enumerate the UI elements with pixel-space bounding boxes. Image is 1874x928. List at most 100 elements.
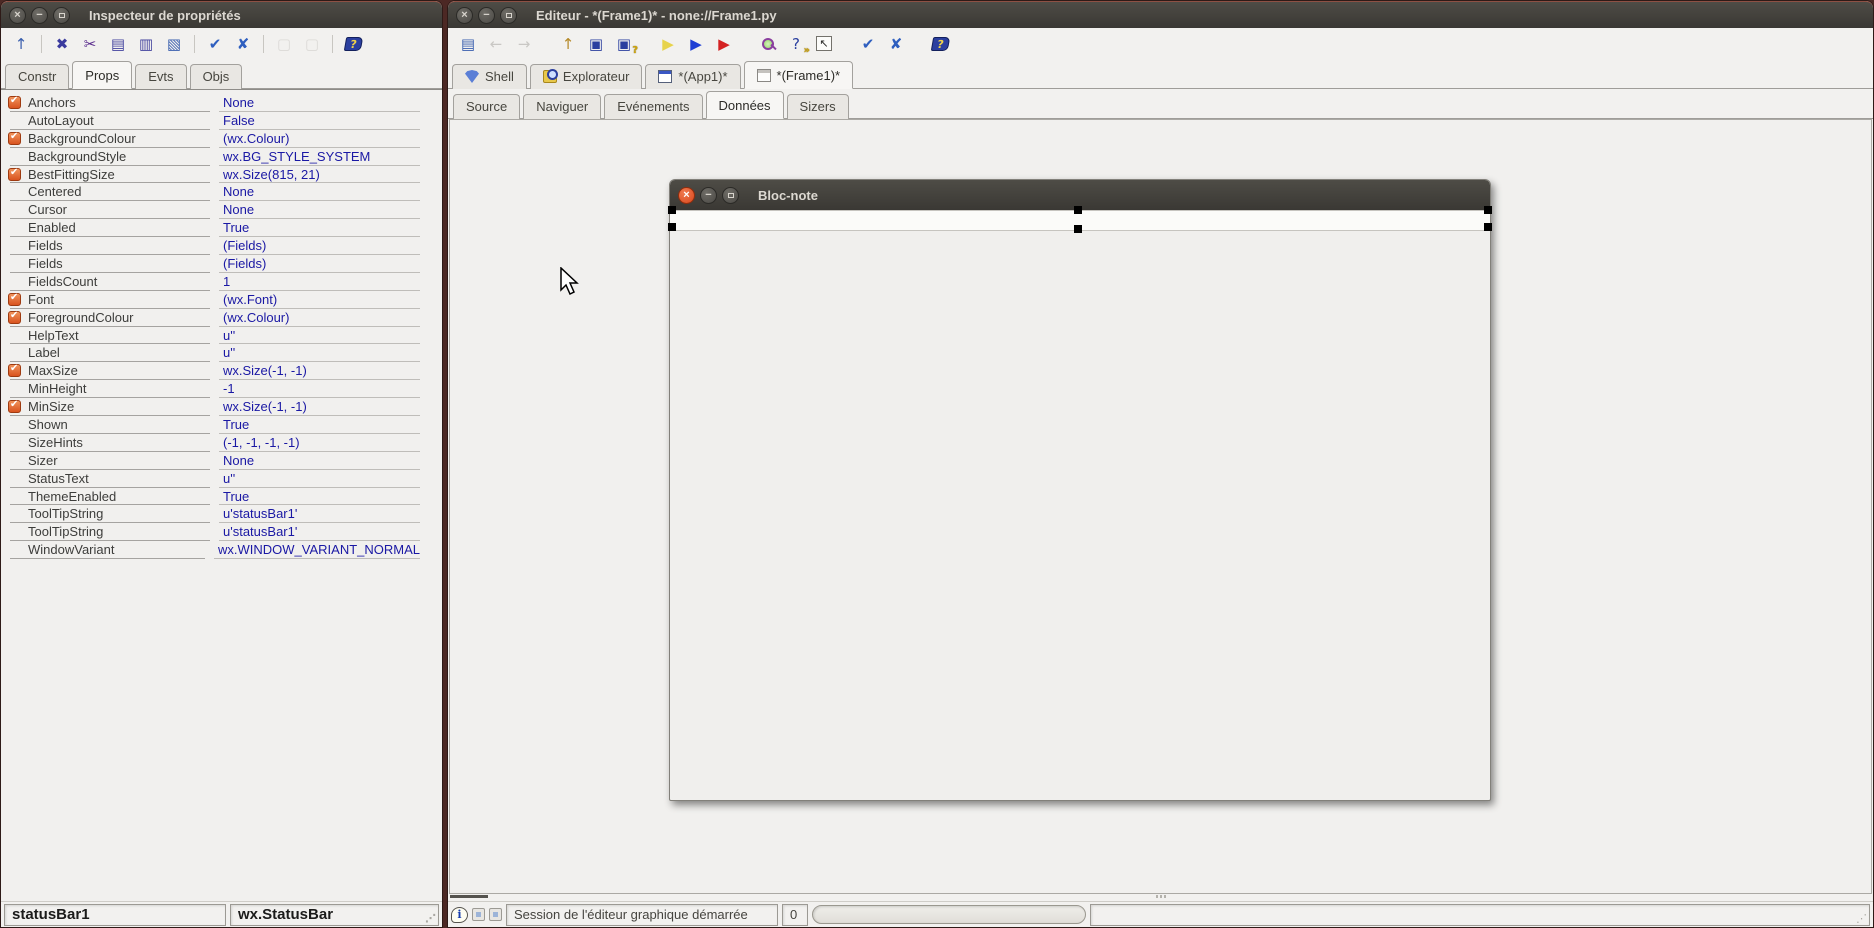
- property-value-cell[interactable]: -1: [219, 380, 420, 398]
- editor-titlebar[interactable]: × − Editeur - *(Frame1)* - none://Frame1…: [448, 1, 1873, 28]
- apply-button[interactable]: ✔: [204, 34, 226, 54]
- property-value-cell[interactable]: wx.Size(815, 21): [219, 166, 420, 184]
- context-help-button[interactable]: ? »: [785, 34, 807, 54]
- sash-grip-icon[interactable]: [1156, 894, 1170, 899]
- tab-evenements[interactable]: Evénements: [604, 94, 702, 119]
- designer-canvas[interactable]: × − Bloc-note: [449, 119, 1872, 894]
- property-row[interactable]: Font (wx.Font): [1, 291, 442, 309]
- statusbar-button[interactable]: [489, 908, 502, 921]
- override-checkbox[interactable]: [8, 132, 21, 145]
- paste-button[interactable]: ▥: [135, 34, 157, 54]
- back-button[interactable]: ←: [485, 34, 507, 54]
- debug-button[interactable]: ▶: [713, 34, 735, 54]
- debug-browser-button[interactable]: [757, 34, 779, 54]
- selection-handle[interactable]: [668, 223, 676, 231]
- property-value-cell[interactable]: False: [219, 112, 420, 130]
- property-value-cell[interactable]: u'': [219, 327, 420, 345]
- property-value-cell[interactable]: (wx.Colour): [219, 309, 420, 327]
- widget-picker-button[interactable]: ↖: [813, 34, 835, 54]
- open-button[interactable]: ↑: [557, 34, 579, 54]
- toolbar-button[interactable]: [913, 34, 923, 54]
- property-value-cell[interactable]: u'statusBar1': [219, 523, 420, 541]
- toolbar-button[interactable]: [263, 35, 264, 53]
- tab-evts[interactable]: Evts: [135, 64, 186, 89]
- override-checkbox[interactable]: [8, 400, 21, 413]
- remove-item-button[interactable]: ▢: [301, 34, 323, 54]
- property-row[interactable]: Label u'': [1, 344, 442, 362]
- copy-button[interactable]: ▤: [107, 34, 129, 54]
- property-row[interactable]: Fields (Fields): [1, 237, 442, 255]
- property-value-cell[interactable]: None: [219, 201, 420, 219]
- property-value-cell[interactable]: u'': [219, 344, 420, 362]
- property-value-cell[interactable]: (wx.Colour): [219, 130, 420, 148]
- tab-source[interactable]: Source: [453, 94, 520, 119]
- property-row[interactable]: Anchors None: [1, 94, 442, 112]
- tab-explorer[interactable]: Explorateur: [530, 64, 642, 89]
- selection-handle[interactable]: [1074, 225, 1082, 233]
- property-value-cell[interactable]: True: [219, 488, 420, 506]
- property-row[interactable]: SizeHints (-1, -1, -1, -1): [1, 434, 442, 452]
- property-row[interactable]: Shown True: [1, 416, 442, 434]
- apply-button[interactable]: ✔: [857, 34, 879, 54]
- inspector-titlebar[interactable]: × − Inspecteur de propriétés: [1, 1, 442, 28]
- property-value-cell[interactable]: (Fields): [219, 237, 420, 255]
- property-value-cell[interactable]: (-1, -1, -1, -1): [219, 434, 420, 452]
- toolbar-button[interactable]: [194, 35, 195, 53]
- designed-frame[interactable]: × − Bloc-note: [669, 179, 1491, 801]
- revert-button[interactable]: ✘: [232, 34, 254, 54]
- add-item-button[interactable]: ▢: [273, 34, 295, 54]
- statusbar-button[interactable]: [472, 908, 485, 921]
- selection-handle[interactable]: [668, 206, 676, 214]
- scrollbar-thumb[interactable]: [450, 895, 488, 898]
- save-button[interactable]: ▣: [585, 34, 607, 54]
- close-button[interactable]: ×: [9, 7, 26, 24]
- property-row[interactable]: ForegroundColour (wx.Colour): [1, 309, 442, 327]
- tab-objs[interactable]: Objs: [190, 64, 243, 89]
- property-row[interactable]: Sizer None: [1, 452, 442, 470]
- tab-constr[interactable]: Constr: [5, 64, 69, 89]
- property-row[interactable]: AutoLayout False: [1, 112, 442, 130]
- override-checkbox[interactable]: [8, 96, 21, 109]
- cut-button[interactable]: ✂: [79, 34, 101, 54]
- property-value-cell[interactable]: u'': [219, 470, 420, 488]
- editor-views-button[interactable]: ▤: [457, 34, 479, 54]
- close-button[interactable]: ×: [678, 187, 695, 204]
- property-value-cell[interactable]: wx.WINDOW_VARIANT_NORMAL: [214, 541, 420, 559]
- property-row[interactable]: MinSize wx.Size(-1, -1): [1, 398, 442, 416]
- property-value-cell[interactable]: None: [219, 183, 420, 201]
- forward-button[interactable]: →: [513, 34, 535, 54]
- property-row[interactable]: Centered None: [1, 183, 442, 201]
- property-row[interactable]: Enabled True: [1, 219, 442, 237]
- minimize-button[interactable]: −: [478, 7, 495, 24]
- property-value-cell[interactable]: True: [219, 219, 420, 237]
- minimize-button[interactable]: −: [700, 187, 717, 204]
- selection-handle[interactable]: [1484, 206, 1492, 214]
- save-as-button[interactable]: ▣ ?: [613, 34, 635, 54]
- property-row[interactable]: ToolTipString u'statusBar1': [1, 523, 442, 541]
- override-checkbox[interactable]: [8, 293, 21, 306]
- override-checkbox[interactable]: [8, 168, 21, 181]
- close-button[interactable]: ×: [456, 7, 473, 24]
- toolbar-button[interactable]: [641, 34, 651, 54]
- property-row[interactable]: Cursor None: [1, 201, 442, 219]
- property-row[interactable]: BestFittingSize wx.Size(815, 21): [1, 166, 442, 184]
- property-row[interactable]: BackgroundStyle wx.BG_STYLE_SYSTEM: [1, 148, 442, 166]
- property-row[interactable]: StatusText u'': [1, 470, 442, 488]
- property-row[interactable]: MinHeight -1: [1, 380, 442, 398]
- property-row[interactable]: WindowVariant wx.WINDOW_VARIANT_NORMAL: [1, 541, 442, 559]
- selection-handle[interactable]: [1074, 206, 1082, 214]
- property-row[interactable]: ThemeEnabled True: [1, 488, 442, 506]
- override-checkbox[interactable]: [8, 364, 21, 377]
- close-view-button[interactable]: ✘: [885, 34, 907, 54]
- tab-shell[interactable]: Shell: [452, 64, 527, 89]
- parent-folder-button[interactable]: ↑: [10, 34, 32, 54]
- property-value-cell[interactable]: 1: [219, 273, 420, 291]
- maximize-button[interactable]: [500, 7, 517, 24]
- override-checkbox[interactable]: [8, 311, 21, 324]
- property-row[interactable]: MaxSize wx.Size(-1, -1): [1, 362, 442, 380]
- toolbar-button[interactable]: [841, 34, 851, 54]
- property-value-cell[interactable]: (wx.Font): [219, 291, 420, 309]
- tab-sizers[interactable]: Sizers: [787, 94, 849, 119]
- property-value-cell[interactable]: (Fields): [219, 255, 420, 273]
- maximize-button[interactable]: [722, 187, 739, 204]
